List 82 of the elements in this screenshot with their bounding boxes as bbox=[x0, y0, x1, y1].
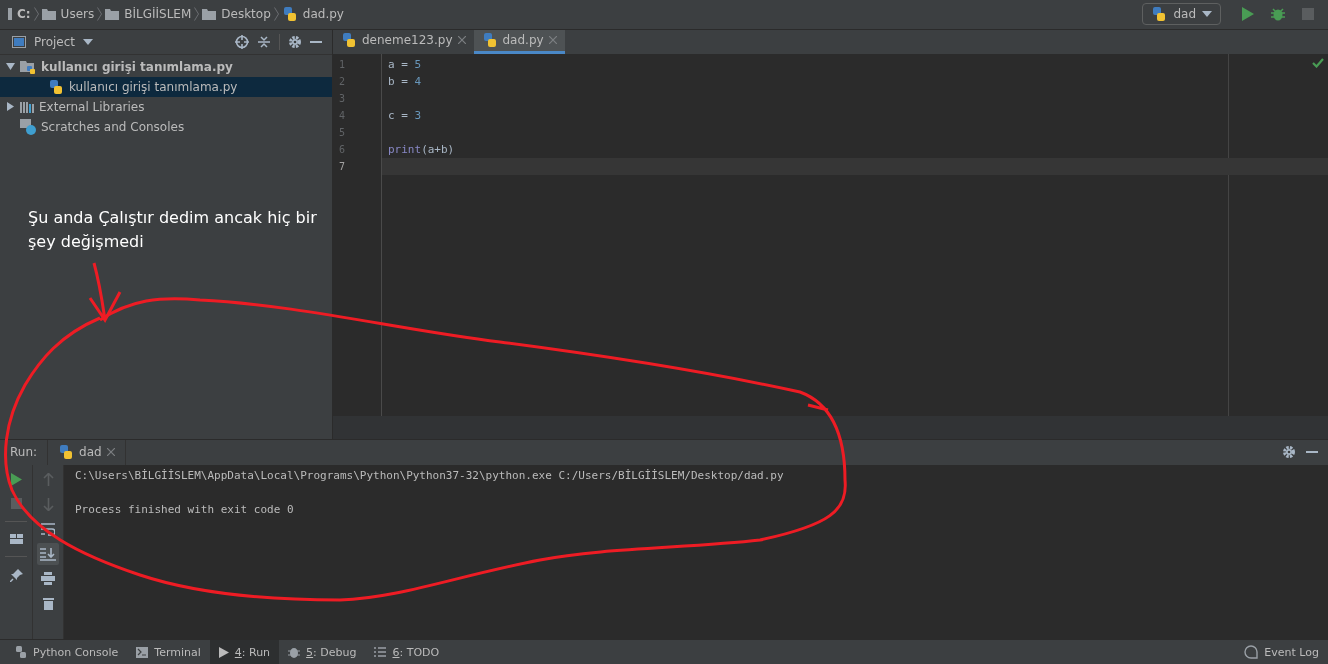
code-line: b = 4 bbox=[388, 74, 422, 88]
tool-window-tab[interactable]: 5: Debug bbox=[279, 640, 366, 664]
editor-tab[interactable]: deneme123.py bbox=[333, 29, 474, 54]
folder-icon bbox=[41, 8, 56, 21]
folder-icon bbox=[105, 8, 120, 21]
trash-icon[interactable] bbox=[42, 596, 54, 610]
python-folder-icon bbox=[20, 59, 36, 74]
breadcrumb[interactable]: C: bbox=[17, 7, 31, 22]
tool-window-tab[interactable]: Terminal bbox=[127, 640, 210, 664]
run-icon bbox=[218, 646, 229, 658]
scroll-to-end-button[interactable] bbox=[37, 542, 59, 565]
bug-icon[interactable] bbox=[1271, 7, 1285, 22]
tree-item[interactable]: External Libraries bbox=[0, 96, 332, 117]
stop-icon[interactable] bbox=[10, 497, 22, 509]
python-icon bbox=[1151, 6, 1168, 23]
target-icon[interactable] bbox=[235, 34, 249, 49]
minimize-icon[interactable] bbox=[310, 40, 322, 43]
tool-window-tab[interactable]: Python Console bbox=[6, 640, 128, 664]
scratches-icon bbox=[20, 118, 36, 135]
close-icon[interactable] bbox=[106, 448, 115, 457]
tool-window-tab[interactable]: 6: TODO bbox=[365, 640, 449, 664]
console-line: C:\Users\BİLGİİSLEM\AppData\Local\Programs\Python\Python37-32\python.exe C:/Users/BİLGİİSLEM/Desktop/dad.py bbox=[75, 467, 785, 484]
breadcrumb[interactable]: Desktop bbox=[221, 7, 271, 22]
run-tab[interactable]: dad bbox=[47, 439, 126, 465]
line-number: 6 bbox=[338, 143, 347, 155]
panel-title: Run: bbox=[10, 445, 38, 460]
close-icon[interactable] bbox=[457, 36, 466, 45]
line-number: 7 bbox=[338, 160, 347, 172]
code-line: a = 5 bbox=[388, 57, 422, 71]
tree-item[interactable]: kullanıcı girişi tanımlama.py bbox=[0, 76, 332, 97]
window-icon bbox=[12, 35, 26, 48]
annotation-text: Şu anda Çalıştır dedim ancak hiç bir şey değişmedi bbox=[28, 207, 318, 253]
run-icon[interactable] bbox=[10, 472, 22, 486]
print-icon[interactable] bbox=[41, 571, 55, 585]
python-file-icon bbox=[48, 78, 64, 95]
settings-icon[interactable] bbox=[1282, 445, 1296, 460]
check-icon bbox=[1312, 57, 1324, 68]
minimize-icon[interactable] bbox=[1306, 451, 1318, 454]
chevron-icon bbox=[97, 7, 103, 22]
libraries-icon bbox=[20, 100, 34, 113]
run-icon[interactable] bbox=[1242, 7, 1254, 22]
caret-icon bbox=[1202, 11, 1212, 18]
code-line: print(a+b) bbox=[388, 142, 455, 156]
layout-icon[interactable] bbox=[9, 533, 23, 544]
editor-tab[interactable]: dad.py bbox=[473, 29, 565, 54]
python-file-icon bbox=[281, 6, 298, 23]
annotation-arrow bbox=[88, 261, 122, 322]
breadcrumb[interactable]: Users bbox=[60, 7, 95, 22]
folder-icon bbox=[202, 8, 217, 21]
collapsed-arrow-icon[interactable] bbox=[6, 102, 15, 112]
console-line: Process finished with exit code 0 bbox=[75, 501, 295, 518]
bug-icon bbox=[288, 646, 301, 658]
speech-bubble-icon bbox=[1244, 645, 1259, 659]
python-file-icon bbox=[481, 32, 498, 49]
pin-icon[interactable] bbox=[9, 568, 23, 582]
list-icon bbox=[374, 647, 387, 657]
wrap-icon[interactable] bbox=[41, 522, 55, 536]
event-log-button[interactable]: Event Log bbox=[1235, 640, 1328, 664]
line-number: 4 bbox=[338, 109, 347, 121]
panel-title[interactable]: Project bbox=[34, 34, 76, 49]
tree-item[interactable]: kullanıcı girişi tanımlama.py bbox=[0, 56, 332, 77]
tool-window-tab[interactable]: 4: Run bbox=[209, 640, 280, 664]
line-number: 2 bbox=[338, 75, 347, 87]
run-config-dropdown[interactable]: dad bbox=[1142, 3, 1221, 26]
settings-icon[interactable] bbox=[288, 34, 302, 49]
breadcrumb[interactable]: BİLGİİSLEM bbox=[124, 7, 192, 22]
breadcrumb[interactable]: dad.py bbox=[302, 7, 344, 22]
chevron-icon bbox=[33, 7, 39, 22]
collapse-icon[interactable] bbox=[257, 34, 271, 49]
caret-icon[interactable] bbox=[83, 38, 94, 45]
python-file-icon bbox=[341, 32, 357, 49]
python-icon bbox=[58, 444, 75, 461]
chevron-icon bbox=[273, 7, 279, 22]
tree-item[interactable]: Scratches and Consoles bbox=[0, 116, 332, 137]
line-number: 1 bbox=[338, 58, 347, 70]
python-icon bbox=[15, 646, 27, 658]
terminal-icon bbox=[136, 646, 149, 658]
expanded-arrow-icon[interactable] bbox=[6, 62, 15, 72]
line-number: 3 bbox=[338, 92, 347, 104]
chevron-icon bbox=[194, 7, 200, 22]
line-number: 5 bbox=[338, 126, 347, 138]
code-line: c = 3 bbox=[388, 108, 422, 122]
